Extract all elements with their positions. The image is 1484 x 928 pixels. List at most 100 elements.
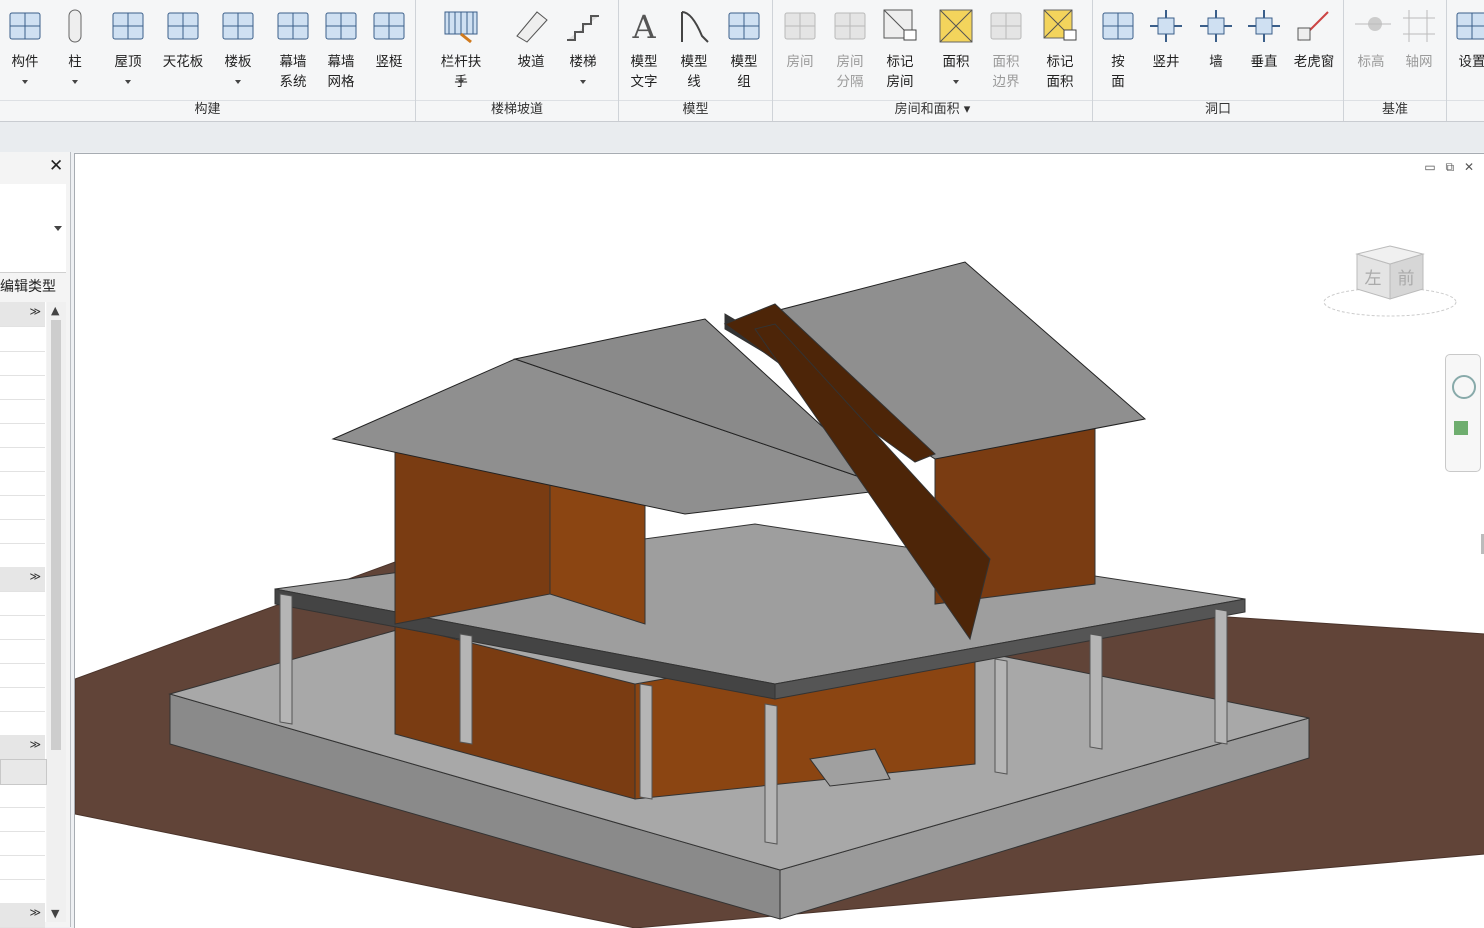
property-row[interactable]: [0, 759, 47, 785]
tool-label: 标高: [1357, 54, 1385, 70]
property-row[interactable]: [0, 471, 45, 496]
column-2: [639, 683, 653, 800]
property-row[interactable]: [0, 495, 45, 520]
svg-text:A: A: [631, 8, 656, 46]
ribbon-tool-3-3[interactable]: 面积: [931, 4, 981, 96]
ribbon-tool-4-1[interactable]: 竖井: [1141, 4, 1191, 96]
ribbon-tool-4-0[interactable]: 按 面: [1093, 4, 1143, 96]
ribbon-tool-6-0[interactable]: 设置: [1447, 4, 1484, 96]
property-row[interactable]: [0, 591, 45, 616]
ribbon-tool-2-1[interactable]: 模型 线: [669, 4, 719, 96]
ribbon-group-5: 标高 轴网 基准: [1344, 0, 1447, 121]
ribbon-tool-0-7[interactable]: 竖梃: [364, 4, 414, 96]
ribbon-tool-3-5[interactable]: 标记 面积: [1035, 4, 1085, 96]
ribbon-tool-3-1[interactable]: 房间 分隔: [825, 4, 875, 96]
dropdown-arrow-icon[interactable]: [235, 80, 241, 84]
property-row[interactable]: [0, 807, 45, 832]
dropdown-arrow-icon[interactable]: [125, 80, 131, 84]
property-row[interactable]: [0, 879, 45, 904]
ribbon-group-1: 栏杆扶手 坡道 楼梯 楼梯坡道: [416, 0, 619, 121]
ribbon-tool-0-6[interactable]: 幕墙 网格: [316, 4, 366, 96]
model-line-icon: [681, 11, 709, 43]
ribbon-group-4: 按 面 竖井 墙 垂直 老虎窗 洞口: [1093, 0, 1344, 121]
ribbon-group-label: 模型: [619, 100, 772, 119]
property-row[interactable]: [0, 855, 45, 880]
dropdown-arrow-icon[interactable]: [458, 80, 464, 84]
ribbon-tool-4-3[interactable]: 垂直: [1239, 4, 1289, 96]
collapse-icon[interactable]: ≫: [29, 738, 41, 751]
property-section-header[interactable]: ≫: [0, 735, 45, 760]
ribbon-tool-4-4[interactable]: 老虎窗: [1289, 4, 1339, 96]
property-row[interactable]: [0, 519, 45, 544]
set-workplane-icon: [1456, 12, 1484, 40]
ribbon-tool-1-2[interactable]: 楼梯: [558, 4, 608, 96]
dropdown-arrow-icon[interactable]: [580, 80, 586, 84]
ribbon-tool-1-0[interactable]: 栏杆扶手: [436, 4, 486, 96]
ribbon-tool-3-4[interactable]: 面积 边界: [981, 4, 1031, 96]
floor-icon: [222, 12, 254, 40]
navigation-bar[interactable]: [1445, 354, 1481, 472]
ribbon-tool-0-3[interactable]: 天花板: [158, 4, 208, 96]
scroll-up-icon[interactable]: ▲: [51, 304, 59, 317]
property-row[interactable]: [0, 543, 45, 568]
property-row[interactable]: [0, 327, 45, 352]
tool-label: 墙: [1209, 54, 1223, 70]
zoom-icon[interactable]: [1454, 421, 1468, 435]
room-icon: [784, 12, 816, 40]
ribbon-tool-3-0[interactable]: 房间: [775, 4, 825, 96]
dropdown-arrow-icon[interactable]: [22, 80, 28, 84]
tool-label: 模型 组: [730, 54, 758, 90]
building-model[interactable]: 左前: [75, 154, 1484, 928]
collapse-icon[interactable]: ≫: [29, 570, 41, 583]
3d-view[interactable]: ▭ ⧉ ✕ 左前: [74, 153, 1484, 928]
tool-label: 坡道: [517, 54, 545, 70]
ribbon-tool-5-1[interactable]: 轴网: [1394, 4, 1444, 96]
ribbon-tool-0-5[interactable]: 幕墙 系统: [268, 4, 318, 96]
ribbon-group-3: 房间 房间 分隔 标记 房间 面积 面积 边界 标记 面积 房间和面积 ▾: [773, 0, 1093, 121]
steering-wheel-icon[interactable]: [1452, 375, 1476, 399]
property-row[interactable]: [0, 447, 45, 472]
tag-area-icon: [1043, 9, 1077, 41]
ribbon-tool-0-2[interactable]: 屋顶: [103, 4, 153, 96]
collapse-icon[interactable]: ≫: [29, 906, 41, 919]
scrollbar-thumb[interactable]: [51, 320, 61, 750]
chevron-down-icon[interactable]: [54, 226, 62, 231]
curtain-grid-icon: [325, 12, 357, 40]
property-row[interactable]: [0, 663, 45, 688]
ribbon-tool-1-1[interactable]: 坡道: [506, 4, 556, 96]
property-section-header[interactable]: ≫: [0, 302, 45, 327]
ribbon-tool-0-4[interactable]: 楼板: [213, 4, 263, 96]
property-row[interactable]: [0, 831, 45, 856]
scroll-down-icon[interactable]: ▼: [51, 907, 59, 920]
properties-scrollbar[interactable]: ▲ ▼: [47, 302, 66, 922]
property-row[interactable]: [0, 639, 45, 664]
collapse-icon[interactable]: ≫: [29, 305, 41, 318]
mullion-icon: [373, 12, 405, 40]
property-row[interactable]: [0, 711, 45, 736]
close-icon[interactable]: ✕: [49, 156, 63, 176]
property-row[interactable]: [0, 375, 45, 400]
ribbon-tool-2-2[interactable]: 模型 组: [719, 4, 769, 96]
ribbon-tool-4-2[interactable]: 墙: [1191, 4, 1241, 96]
ribbon-tool-5-0[interactable]: 标高: [1346, 4, 1396, 96]
property-section-header[interactable]: ≫: [0, 567, 45, 592]
ribbon-tool-2-0[interactable]: A 模型 文字: [619, 4, 669, 96]
roof-icon: [112, 12, 144, 40]
edit-type-button[interactable]: 编辑类型: [0, 276, 56, 296]
tool-label: 竖梃: [375, 54, 403, 70]
property-row[interactable]: [0, 687, 45, 712]
ribbon-tool-0-0[interactable]: 构件: [0, 4, 50, 96]
property-row[interactable]: [0, 783, 45, 808]
property-row[interactable]: [0, 423, 45, 448]
tool-label: 模型 线: [680, 54, 708, 90]
property-section-header[interactable]: ≫: [0, 903, 45, 928]
property-row[interactable]: [0, 399, 45, 424]
column-3: [764, 703, 778, 845]
type-selector[interactable]: [0, 184, 66, 273]
property-row[interactable]: [0, 351, 45, 376]
dropdown-arrow-icon[interactable]: [72, 80, 78, 84]
dropdown-arrow-icon[interactable]: [953, 80, 959, 84]
property-row[interactable]: [0, 615, 45, 640]
ribbon-tool-3-2[interactable]: 标记 房间: [875, 4, 925, 96]
ribbon-tool-0-1[interactable]: 柱: [50, 4, 100, 96]
